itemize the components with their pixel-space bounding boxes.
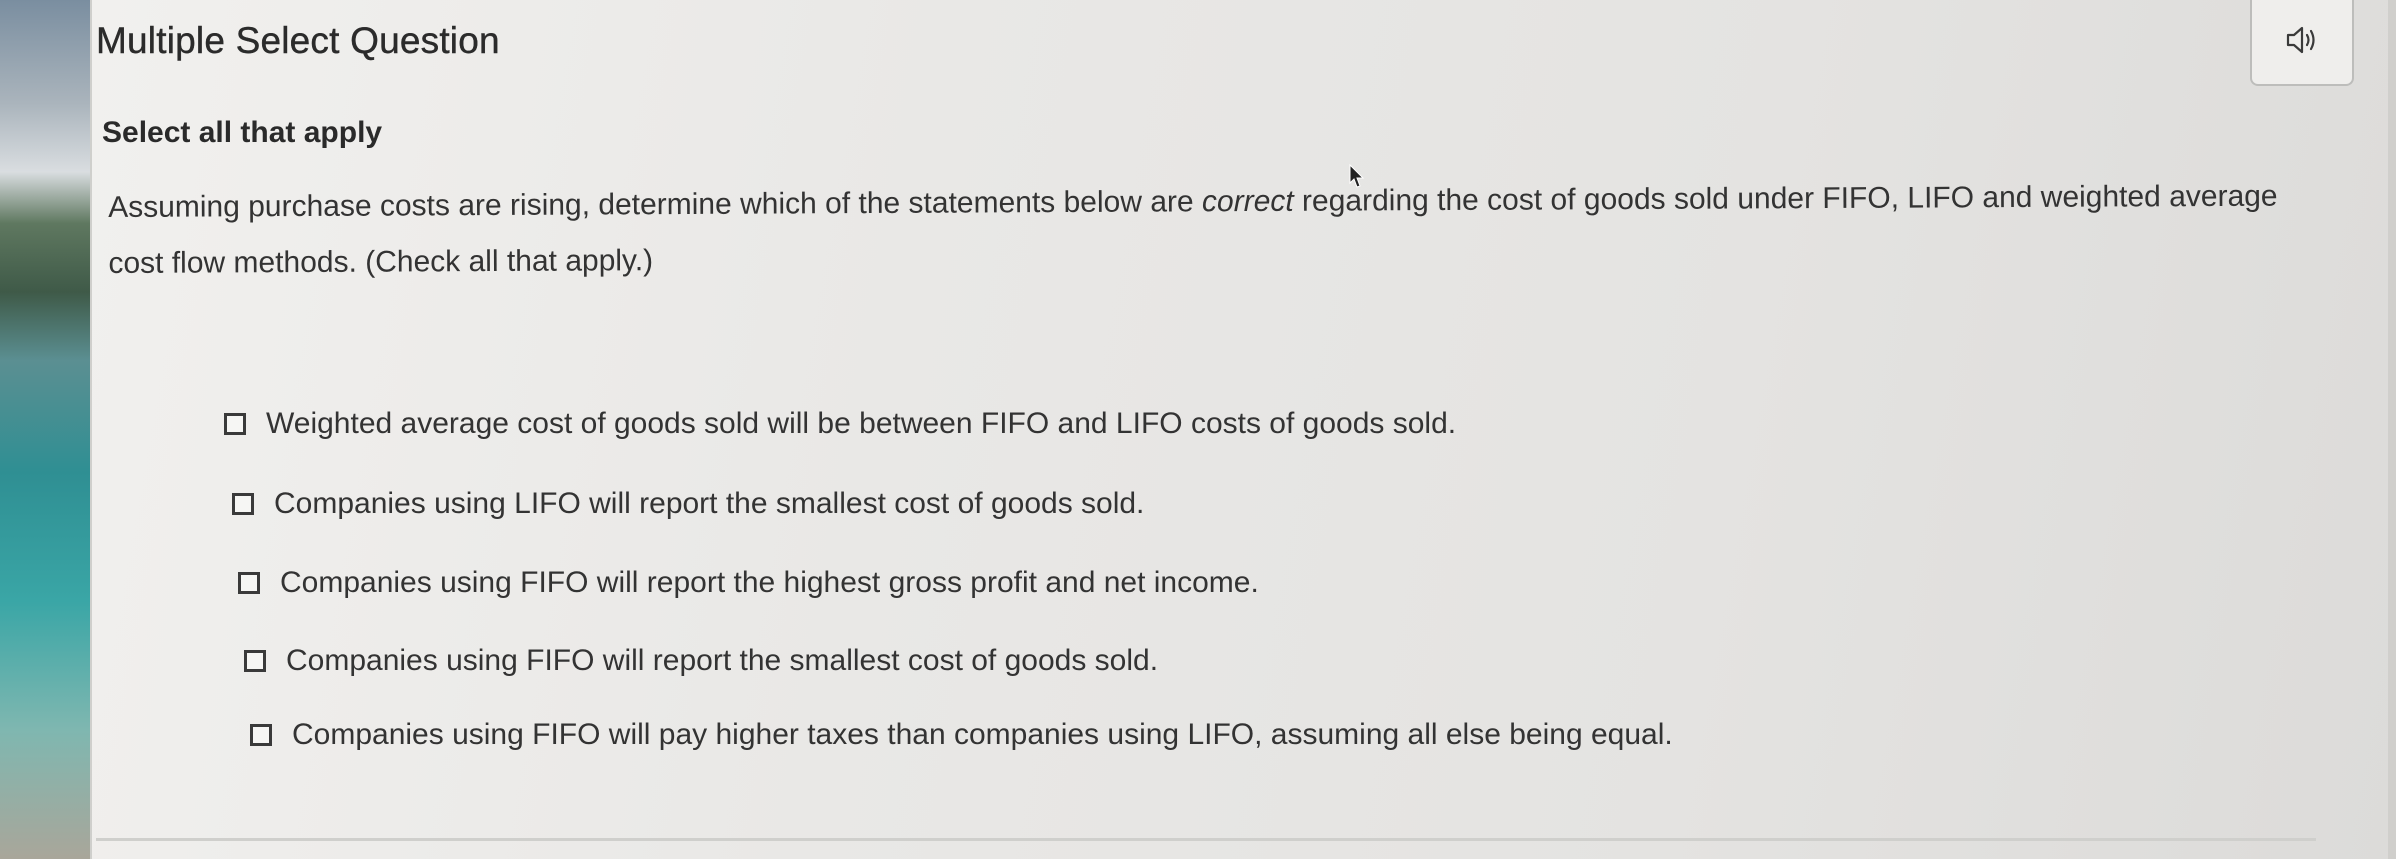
option-label: Companies using FIFO will report the sma… bbox=[286, 644, 1159, 677]
option-checkbox[interactable] bbox=[232, 493, 254, 515]
panel-divider bbox=[96, 838, 2316, 841]
read-aloud-button[interactable] bbox=[2250, 0, 2354, 86]
option-checkbox[interactable] bbox=[250, 724, 272, 746]
option-checkbox[interactable] bbox=[244, 650, 266, 672]
option-label: Companies using FIFO will report the hig… bbox=[280, 566, 1259, 599]
option-3[interactable]: Companies using FIFO will report the hig… bbox=[238, 566, 1259, 600]
prompt-text-before: Assuming purchase costs are rising, dete… bbox=[108, 185, 1203, 224]
speaker-icon bbox=[2282, 24, 2322, 61]
option-label: Companies using FIFO will pay higher tax… bbox=[292, 718, 1673, 751]
option-label: Companies using LIFO will report the sma… bbox=[274, 487, 1145, 520]
option-5[interactable]: Companies using FIFO will pay higher tax… bbox=[250, 718, 1673, 752]
panel-edge bbox=[2388, 0, 2396, 859]
option-label: Weighted average cost of goods sold will… bbox=[266, 407, 1457, 440]
option-checkbox[interactable] bbox=[238, 572, 260, 594]
instruction-text: Select all that apply bbox=[102, 116, 383, 149]
question-type-title: Multiple Select Question bbox=[96, 20, 500, 61]
option-2[interactable]: Companies using LIFO will report the sma… bbox=[232, 487, 1144, 521]
background-photo bbox=[0, 0, 96, 859]
question-prompt: Assuming purchase costs are rising, dete… bbox=[108, 169, 2289, 292]
option-1[interactable]: Weighted average cost of goods sold will… bbox=[224, 407, 1456, 441]
option-4[interactable]: Companies using FIFO will report the sma… bbox=[244, 644, 1158, 678]
prompt-emphasis: correct bbox=[1201, 184, 1294, 219]
mouse-cursor-icon bbox=[1348, 163, 1366, 194]
option-checkbox[interactable] bbox=[224, 413, 246, 435]
